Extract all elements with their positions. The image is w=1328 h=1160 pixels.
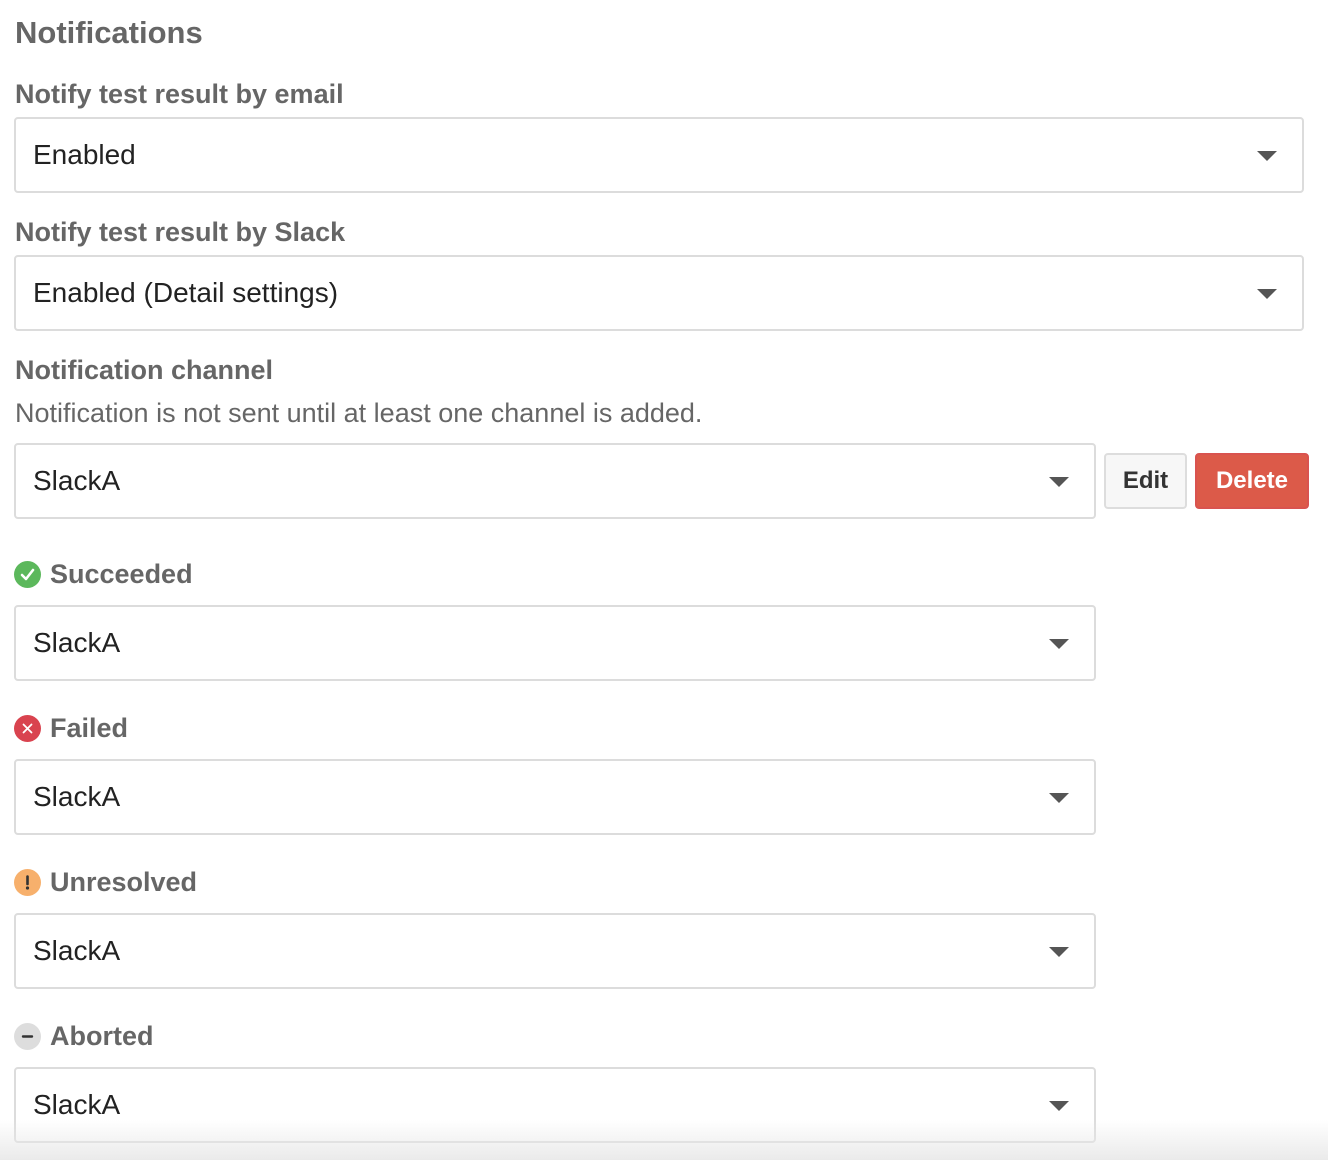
check-circle-icon [14,560,41,588]
notification-channel-help: Notification is not sent until at least … [15,398,703,428]
aborted-channel-select[interactable]: SlackA [14,1067,1096,1143]
chevron-down-icon [1049,639,1069,649]
chevron-down-icon [1049,1101,1069,1111]
unresolved-channel-select[interactable]: SlackA [14,913,1096,989]
notification-channel-select[interactable]: SlackA [14,443,1096,519]
aborted-label-text: Aborted [50,1021,154,1051]
chevron-down-icon [1257,289,1277,299]
email-notify-select[interactable]: Enabled [14,117,1304,193]
notification-channel-label: Notification channel [15,355,274,385]
succeeded-channel-select[interactable]: SlackA [14,605,1096,681]
delete-channel-button[interactable]: Delete [1195,453,1309,509]
notification-channel-value: SlackA [33,465,121,496]
edit-channel-button[interactable]: Edit [1104,453,1187,509]
email-notify-value: Enabled [33,139,136,170]
minus-circle-icon [14,1022,41,1050]
chevron-down-icon [1049,477,1069,487]
unresolved-label: Unresolved [14,867,197,897]
succeeded-label-text: Succeeded [50,559,193,589]
notifications-settings: Notifications Notify test result by emai… [0,0,1328,1160]
unresolved-channel-value: SlackA [33,935,121,966]
section-title: Notifications [15,15,203,50]
aborted-label: Aborted [14,1021,154,1051]
exclamation-circle-icon [14,868,41,896]
succeeded-channel-value: SlackA [33,627,121,658]
failed-channel-value: SlackA [33,781,121,812]
failed-label: Failed [14,713,128,743]
aborted-channel-value: SlackA [33,1089,121,1120]
failed-label-text: Failed [50,713,129,743]
chevron-down-icon [1257,151,1277,161]
unresolved-label-text: Unresolved [50,867,198,897]
slack-notify-label: Notify test result by Slack [15,217,346,247]
slack-notify-value: Enabled (Detail settings) [33,277,339,308]
succeeded-label: Succeeded [14,559,193,589]
x-circle-icon [14,714,41,742]
email-notify-label: Notify test result by email [15,79,344,109]
chevron-down-icon [1049,793,1069,803]
slack-notify-select[interactable]: Enabled (Detail settings) [14,255,1304,331]
failed-channel-select[interactable]: SlackA [14,759,1096,835]
chevron-down-icon [1049,947,1069,957]
